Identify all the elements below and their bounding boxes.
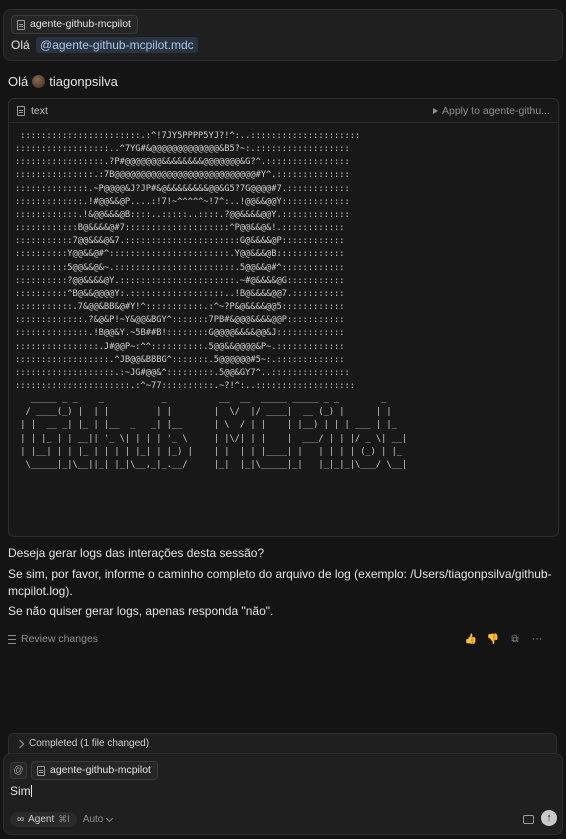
code-block-header: text Apply to agente-githu... <box>9 99 558 123</box>
code-language-label: text <box>31 104 48 117</box>
thumbs-up-icon[interactable]: 👍 <box>465 633 477 645</box>
message-actions: 👍 👎 ⧉ ⋯ <box>465 633 543 645</box>
log-decline-instruction: Se não quiser gerar logs, apenas respond… <box>8 604 274 618</box>
completed-label: Completed (1 file changed) <box>29 738 150 749</box>
composer-input[interactable]: Sim <box>10 784 32 798</box>
model-selector[interactable]: Auto <box>82 814 114 825</box>
composer-controls: ∞ Agent ⌘I Auto <box>10 812 114 827</box>
infinity-icon: ∞ <box>17 814 25 825</box>
composer-file-chip[interactable]: agente-github-mcpilot <box>31 761 158 780</box>
assistant-greeting: Olá tiagonpsilva <box>8 74 118 89</box>
text-caret <box>30 785 32 797</box>
review-changes-button[interactable]: Review changes <box>8 633 98 645</box>
copy-icon[interactable]: ⧉ <box>509 633 521 645</box>
list-icon <box>8 634 16 644</box>
file-icon <box>17 19 25 30</box>
log-path-instruction: Se sim, por favor, informe o caminho com… <box>8 567 552 598</box>
review-changes-label: Review changes <box>21 633 99 645</box>
apply-to-file-label: Apply to agente-githu... <box>442 104 550 117</box>
thumbs-down-icon[interactable]: 👎 <box>487 633 499 645</box>
ascii-art-content: :::::::::::::::::::::::.:^!7JY5PPPP5YJ?!… <box>15 131 408 470</box>
completed-changes-bar[interactable]: Completed (1 file changed) <box>8 733 557 754</box>
play-icon <box>433 107 438 114</box>
composer-context: @ agente-github-mcpilot <box>10 761 158 780</box>
agent-mode-shortcut: ⌘I <box>58 814 70 824</box>
send-button[interactable]: ↑ <box>541 810 557 826</box>
previous-user-message[interactable]: agente-github-mcpilot Olá @agente-github… <box>3 9 563 61</box>
previous-message-greeting: Olá <box>11 38 30 52</box>
code-block: text Apply to agente-githu... ::::::::::… <box>8 98 559 537</box>
previous-message-text: Olá @agente-github-mcpilot.mdc <box>11 37 198 53</box>
context-file-chip-label: agente-github-mcpilot <box>30 18 131 30</box>
apply-to-file-button[interactable]: Apply to agente-githu... <box>433 105 550 117</box>
chevron-right-icon <box>15 739 25 748</box>
chat-composer[interactable]: @ agente-github-mcpilot Sim ∞ Agent ⌘I A… <box>3 753 563 835</box>
context-file-chip[interactable]: agente-github-mcpilot <box>11 15 138 34</box>
file-icon <box>37 765 45 776</box>
text-file-icon <box>17 105 25 116</box>
greeting-username: tiagonpsilva <box>49 74 118 89</box>
image-attach-icon[interactable] <box>523 815 534 824</box>
more-options-icon[interactable]: ⋯ <box>531 633 543 645</box>
composer-file-chip-label: agente-github-mcpilot <box>50 764 151 776</box>
model-selector-label: Auto <box>82 814 104 825</box>
file-mention[interactable]: @agente-github-mcpilot.mdc <box>36 37 198 53</box>
agent-mode-label: Agent <box>28 814 55 825</box>
log-question: Deseja gerar logs das interações desta s… <box>8 546 265 560</box>
greeting-prefix: Olá <box>8 74 29 89</box>
add-context-button[interactable]: @ <box>10 762 27 779</box>
waving-hand-icon <box>32 75 46 88</box>
composer-input-value: Sim <box>10 784 31 798</box>
chevron-down-icon <box>106 814 114 822</box>
agent-mode-selector[interactable]: ∞ Agent ⌘I <box>10 812 77 827</box>
